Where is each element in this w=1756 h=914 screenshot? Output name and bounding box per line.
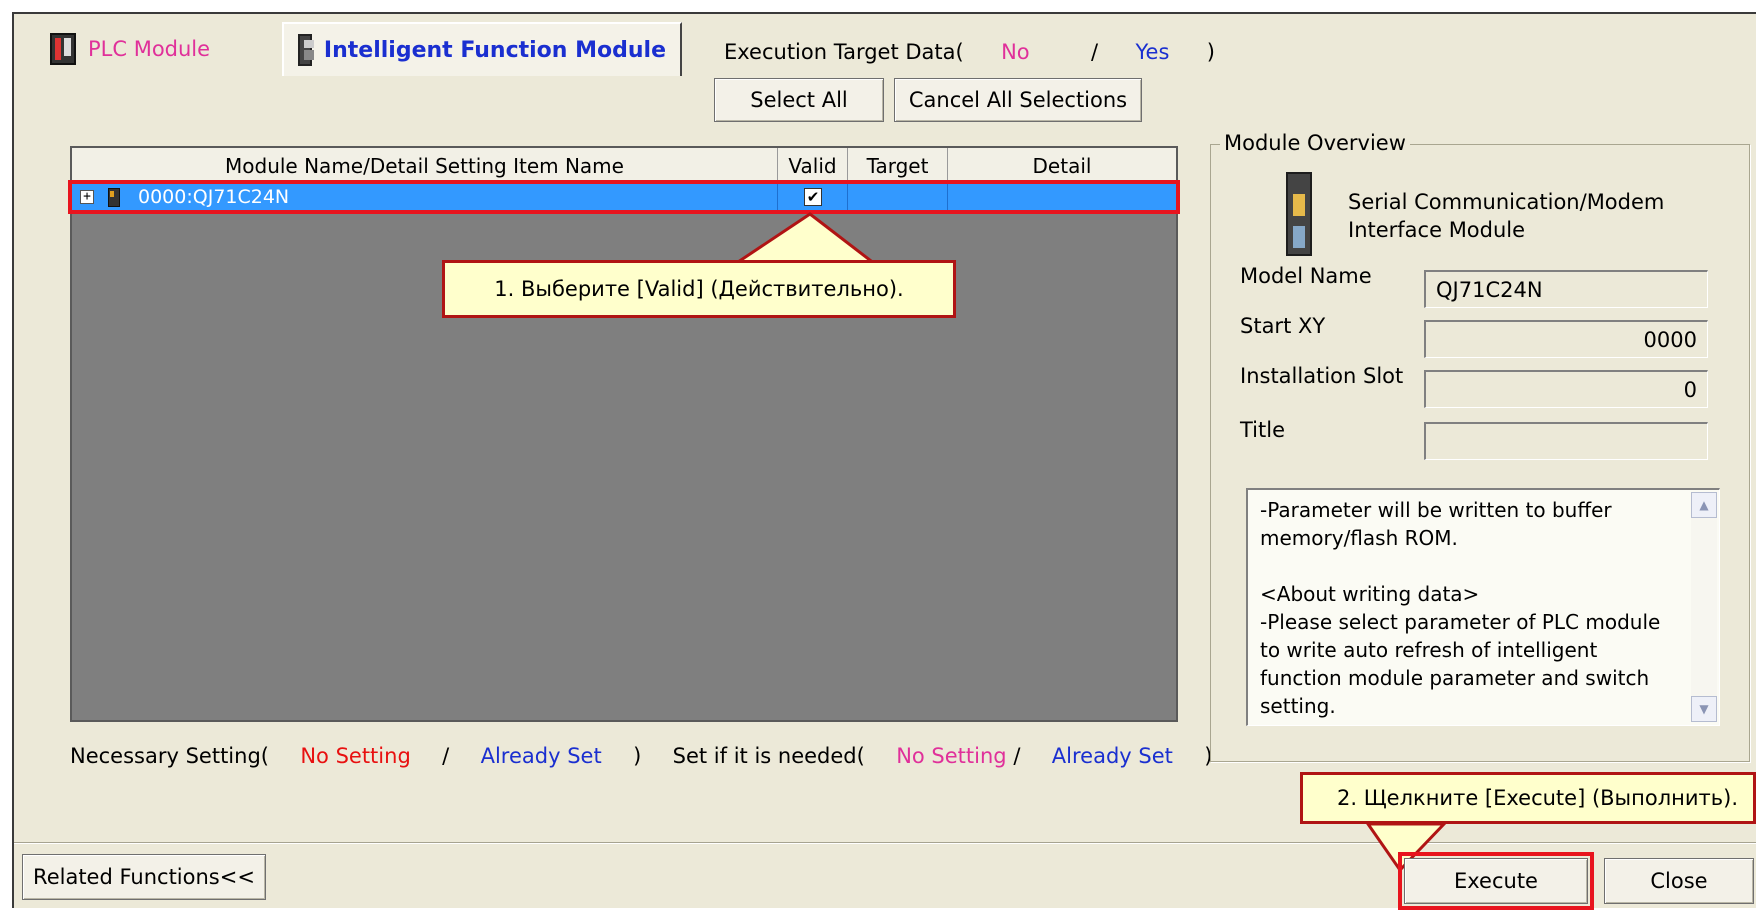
installation-slot-field: 0 bbox=[1424, 370, 1708, 408]
footer-separator bbox=[14, 842, 1756, 844]
execution-target-yes: Yes bbox=[1135, 40, 1170, 64]
serial-communication-module-icon bbox=[1286, 172, 1312, 256]
table-row[interactable]: + 0000:QJ71C24N ✔ bbox=[72, 184, 1176, 210]
setting-status-legend: Necessary Setting( No Setting / Already … bbox=[70, 744, 1212, 768]
callout-step2: 2. Щелкните [Execute] (Выполнить). bbox=[1300, 772, 1756, 824]
expand-plus-icon[interactable]: + bbox=[80, 190, 94, 204]
column-header-module-name[interactable]: Module Name/Detail Setting Item Name bbox=[72, 148, 778, 183]
necessary-setting-label: Necessary Setting( bbox=[70, 744, 269, 768]
scroll-down-icon[interactable]: ▼ bbox=[1691, 696, 1717, 722]
execution-target-slash: / bbox=[1091, 40, 1099, 64]
execution-target-legend: Execution Target Data( No / Yes ) bbox=[724, 40, 1215, 64]
close-button[interactable]: Close bbox=[1604, 858, 1754, 904]
module-type-line1: Serial Communication/Modem bbox=[1348, 190, 1665, 214]
necessary-no-setting: No Setting bbox=[300, 744, 411, 768]
column-header-valid[interactable]: Valid bbox=[778, 148, 848, 183]
module-name-cell: + 0000:QJ71C24N bbox=[72, 184, 778, 210]
scroll-up-icon[interactable]: ▲ bbox=[1691, 492, 1717, 518]
valid-cell: ✔ bbox=[778, 184, 848, 210]
callout-step2-text: 2. Щелкните [Execute] (Выполнить). bbox=[1337, 786, 1738, 810]
tab-plc-module[interactable]: PLC Module bbox=[42, 28, 218, 70]
model-name-field: QJ71C24N bbox=[1424, 270, 1708, 308]
start-xy-field: 0000 bbox=[1424, 320, 1708, 358]
execution-target-no: No bbox=[1001, 40, 1030, 64]
title-field bbox=[1424, 422, 1708, 460]
tab-intelligent-function-module[interactable]: Intelligent Function Module bbox=[282, 22, 682, 76]
necessary-already-set: Already Set bbox=[480, 744, 602, 768]
column-header-target[interactable]: Target bbox=[848, 148, 948, 183]
installation-slot-label: Installation Slot bbox=[1240, 364, 1404, 388]
notes-scrollbar[interactable]: ▲ ▼ bbox=[1691, 492, 1717, 722]
necessary-close-paren: ) bbox=[633, 744, 642, 768]
overview-notes-text: -Parameter will be written to buffer mem… bbox=[1260, 498, 1661, 718]
execute-button[interactable]: Execute bbox=[1404, 858, 1588, 904]
cancel-all-selections-button[interactable]: Cancel All Selections bbox=[894, 78, 1142, 122]
tab-intelligent-function-module-label: Intelligent Function Module bbox=[323, 37, 666, 63]
if-needed-slash: / bbox=[1013, 744, 1021, 768]
write-to-plc-dialog: PLC Module Intelligent Function Module E… bbox=[12, 12, 1756, 910]
callout-step1-text: 1. Выберите [Valid] (Действительно). bbox=[494, 277, 904, 301]
module-name: 0000:QJ71C24N bbox=[138, 186, 290, 208]
target-cell[interactable] bbox=[848, 184, 948, 210]
if-needed-label: Set if it is needed( bbox=[672, 744, 865, 768]
necessary-slash: / bbox=[442, 744, 450, 768]
module-type-description: Serial Communication/Modem Interface Mod… bbox=[1348, 188, 1688, 244]
module-overview-legend: Module Overview bbox=[1220, 131, 1410, 155]
callout-step1: 1. Выберите [Valid] (Действительно). bbox=[442, 260, 956, 318]
module-grid: Module Name/Detail Setting Item Name Val… bbox=[70, 146, 1178, 722]
execution-target-label: Execution Target Data( bbox=[724, 40, 964, 64]
related-functions-button[interactable]: Related Functions<< bbox=[22, 854, 266, 900]
overview-notes: -Parameter will be written to buffer mem… bbox=[1246, 488, 1720, 726]
start-xy-label: Start XY bbox=[1240, 314, 1326, 338]
column-header-detail[interactable]: Detail bbox=[948, 148, 1176, 183]
if-needed-already-set: Already Set bbox=[1051, 744, 1173, 768]
if-needed-no-setting: No Setting bbox=[896, 744, 1007, 768]
title-label: Title bbox=[1240, 418, 1286, 442]
model-name-label: Model Name bbox=[1240, 264, 1372, 288]
execution-target-close-paren: ) bbox=[1206, 40, 1215, 64]
select-all-button[interactable]: Select All bbox=[714, 78, 884, 122]
tab-plc-module-label: PLC Module bbox=[88, 37, 211, 61]
module-type-line2: Interface Module bbox=[1348, 218, 1526, 242]
detail-cell[interactable] bbox=[948, 184, 1176, 210]
plc-module-icon bbox=[50, 33, 76, 65]
grid-header: Module Name/Detail Setting Item Name Val… bbox=[72, 148, 1176, 184]
intelligent-module-icon bbox=[298, 34, 314, 66]
module-icon bbox=[108, 188, 120, 207]
valid-checkbox[interactable]: ✔ bbox=[804, 188, 822, 206]
